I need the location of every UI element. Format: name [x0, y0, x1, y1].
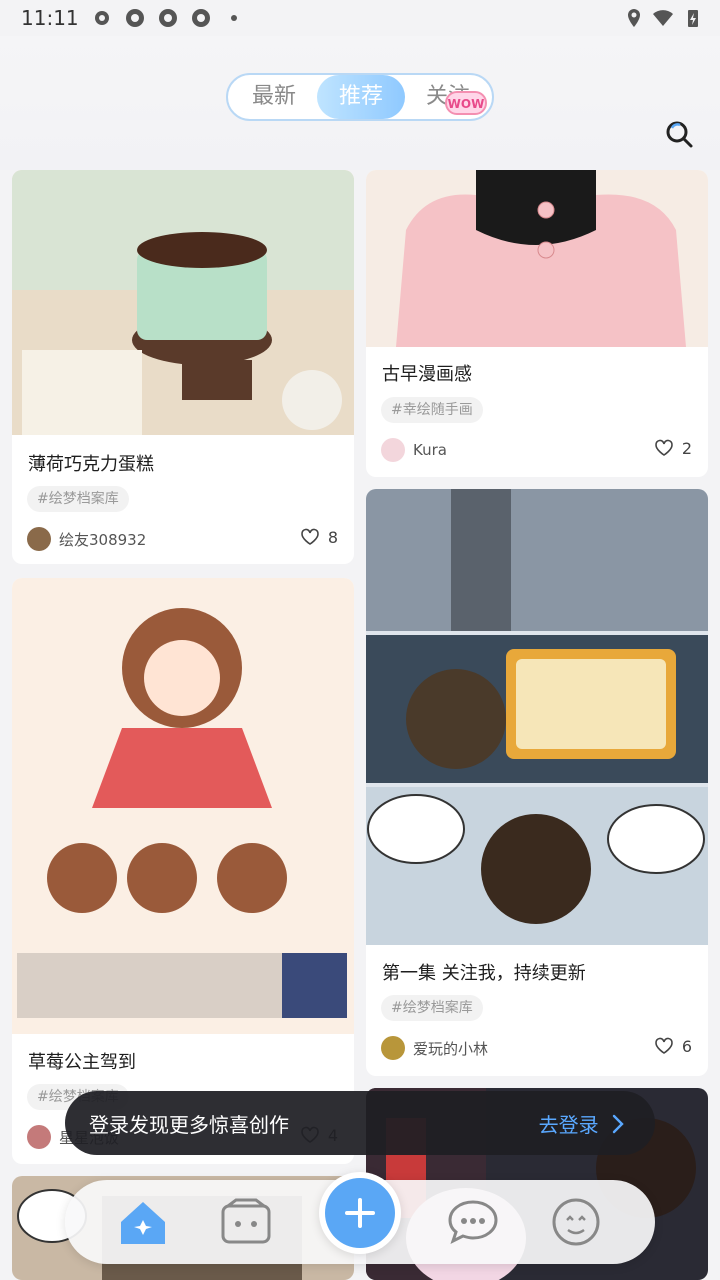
tab-recommended[interactable]: 推荐: [317, 75, 405, 119]
artwork-image: [12, 170, 354, 435]
gallery-icon[interactable]: [218, 1194, 274, 1250]
message-icon[interactable]: [445, 1194, 501, 1250]
like-button[interactable]: 6: [654, 1036, 692, 1056]
heart-icon: [655, 439, 673, 456]
plus-icon: [345, 1198, 375, 1228]
card-title: 古早漫画感: [382, 364, 472, 385]
author-name: Kura: [413, 441, 447, 459]
card-title: 第一集 关注我，持续更新: [382, 963, 586, 984]
artwork-card[interactable]: 第一集 关注我，持续更新 #绘梦档案库 爱玩的小林 6: [366, 489, 708, 1076]
tab-latest[interactable]: 最新: [234, 75, 314, 119]
avatar: [27, 1125, 51, 1149]
card-author[interactable]: 绘友308932: [27, 527, 146, 551]
card-title: 薄荷巧克力蛋糕: [28, 454, 154, 475]
settings-icon: [95, 11, 109, 25]
aperture-icon: [159, 9, 177, 27]
avatar: [381, 1036, 405, 1060]
wifi-icon: [653, 10, 673, 26]
login-link[interactable]: 去登录: [539, 1109, 625, 1138]
author-name: 绘友308932: [59, 530, 147, 549]
card-author[interactable]: Kura: [381, 438, 447, 462]
like-count: 8: [327, 527, 338, 547]
avatar: [381, 438, 405, 462]
dot-icon: [231, 15, 237, 21]
location-icon: [628, 9, 640, 27]
battery-icon: [688, 10, 698, 27]
artwork-image: [12, 578, 354, 1034]
aperture-icon: [192, 9, 210, 27]
author-name: 爱玩的小林: [413, 1039, 489, 1058]
artwork-card[interactable]: 薄荷巧克力蛋糕 #绘梦档案库 绘友308932 8: [12, 170, 354, 564]
create-post-inner: [325, 1178, 395, 1248]
login-prompt-toast: 登录发现更多惊喜创作 去登录: [65, 1091, 655, 1155]
card-tag[interactable]: #绘梦档案库: [381, 995, 483, 1021]
artwork-card[interactable]: 草莓公主驾到 #绘梦档案库 星星泡饭 4: [12, 578, 354, 1164]
status-bar: 11:11: [0, 0, 720, 36]
heart-icon: [301, 528, 319, 545]
artwork-image: [366, 170, 708, 347]
wow-badge: WOW: [445, 91, 487, 115]
aperture-icon: [126, 9, 144, 27]
card-tag[interactable]: #幸绘随手画: [381, 397, 483, 423]
like-count: 2: [681, 438, 692, 458]
login-prompt-text: 登录发现更多惊喜创作: [89, 1113, 289, 1137]
status-time: 11:11: [21, 6, 79, 30]
create-post-button[interactable]: [319, 1172, 401, 1254]
heart-icon: [655, 1037, 673, 1054]
like-button[interactable]: 8: [300, 527, 338, 547]
like-button[interactable]: 2: [654, 438, 692, 458]
login-link-label: 去登录: [538, 1113, 599, 1137]
artwork-card[interactable]: 古早漫画感 #幸绘随手画 Kura 2: [366, 170, 708, 477]
chevron-right-icon: [612, 1114, 624, 1134]
card-tag[interactable]: #绘梦档案库: [27, 486, 129, 512]
search-icon[interactable]: [664, 119, 694, 149]
profile-icon[interactable]: [548, 1194, 604, 1250]
avatar: [27, 527, 51, 551]
card-title: 草莓公主驾到: [28, 1052, 136, 1073]
home-icon[interactable]: [115, 1194, 171, 1250]
wow-badge-text: WOW: [448, 97, 485, 111]
like-count: 6: [681, 1036, 692, 1056]
artwork-image: [366, 489, 708, 945]
card-author[interactable]: 爱玩的小林: [381, 1036, 488, 1060]
